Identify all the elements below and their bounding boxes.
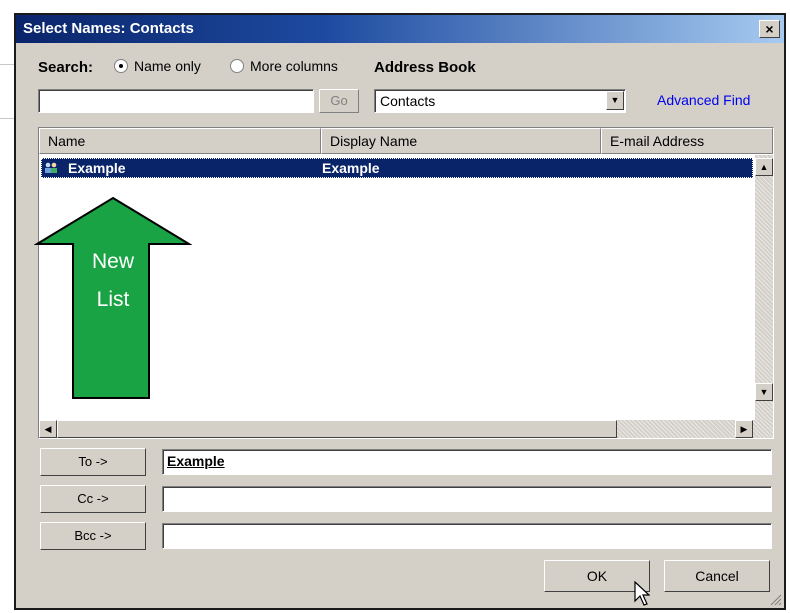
address-book-label: Address Book xyxy=(374,59,476,76)
radio-selected-icon xyxy=(114,59,128,73)
new-list-annotation-arrow: New List xyxy=(33,196,193,400)
row-name: Example xyxy=(68,160,126,176)
table-row[interactable]: Example Example xyxy=(41,158,753,178)
resize-grip-icon[interactable] xyxy=(770,594,782,606)
go-button[interactable]: Go xyxy=(319,89,359,113)
to-field-value: Example xyxy=(167,453,225,469)
radio-unselected-icon xyxy=(230,59,244,73)
advanced-find-link[interactable]: Advanced Find xyxy=(657,92,750,108)
scroll-left-icon[interactable]: ◀ xyxy=(39,420,57,438)
bcc-button[interactable]: Bcc -> xyxy=(40,522,146,550)
chevron-down-icon[interactable]: ▼ xyxy=(606,91,624,110)
cancel-button[interactable]: Cancel xyxy=(664,560,770,592)
background-divider xyxy=(0,64,14,65)
scroll-down-icon[interactable]: ▼ xyxy=(755,383,773,401)
radio-more-columns-label: More columns xyxy=(250,58,338,74)
search-label: Search: xyxy=(38,59,94,76)
background-divider xyxy=(0,118,14,119)
scroll-right-icon[interactable]: ▶ xyxy=(735,420,753,438)
dialog-title: Select Names: Contacts xyxy=(23,20,194,37)
annotation-line-1: New xyxy=(91,250,134,273)
cc-button[interactable]: Cc -> xyxy=(40,485,146,513)
search-input[interactable] xyxy=(38,89,314,113)
radio-name-only-label: Name only xyxy=(134,58,201,74)
cc-field[interactable] xyxy=(162,486,772,512)
radio-more-columns[interactable]: More columns xyxy=(230,58,338,74)
column-header-email[interactable]: E-mail Address xyxy=(601,128,773,154)
scroll-up-icon[interactable]: ▲ xyxy=(755,158,773,176)
to-button[interactable]: To -> xyxy=(40,448,146,476)
mouse-pointer-icon xyxy=(634,581,650,606)
vertical-scrollbar[interactable]: ▲ ▼ xyxy=(755,155,773,421)
column-headers: Name Display Name E-mail Address xyxy=(39,128,773,154)
distribution-list-icon xyxy=(45,162,57,173)
select-names-dialog: Select Names: Contacts × Search: Name on… xyxy=(14,13,786,610)
bcc-field[interactable] xyxy=(162,523,772,549)
column-header-name[interactable]: Name xyxy=(39,128,321,154)
horizontal-scroll-thumb[interactable] xyxy=(57,420,617,438)
address-book-select[interactable]: Contacts ▼ xyxy=(374,89,626,113)
row-display-name: Example xyxy=(322,160,380,176)
close-button[interactable]: × xyxy=(759,20,780,38)
column-header-display-name[interactable]: Display Name xyxy=(321,128,601,154)
title-bar[interactable]: Select Names: Contacts × xyxy=(16,15,784,43)
horizontal-scrollbar[interactable]: ◀ ▶ xyxy=(39,420,773,438)
to-field[interactable]: Example xyxy=(162,449,772,475)
address-book-value: Contacts xyxy=(380,93,436,109)
radio-name-only[interactable]: Name only xyxy=(114,58,201,74)
annotation-line-2: List xyxy=(96,288,130,311)
close-icon: × xyxy=(765,21,774,37)
background-window xyxy=(0,0,790,8)
